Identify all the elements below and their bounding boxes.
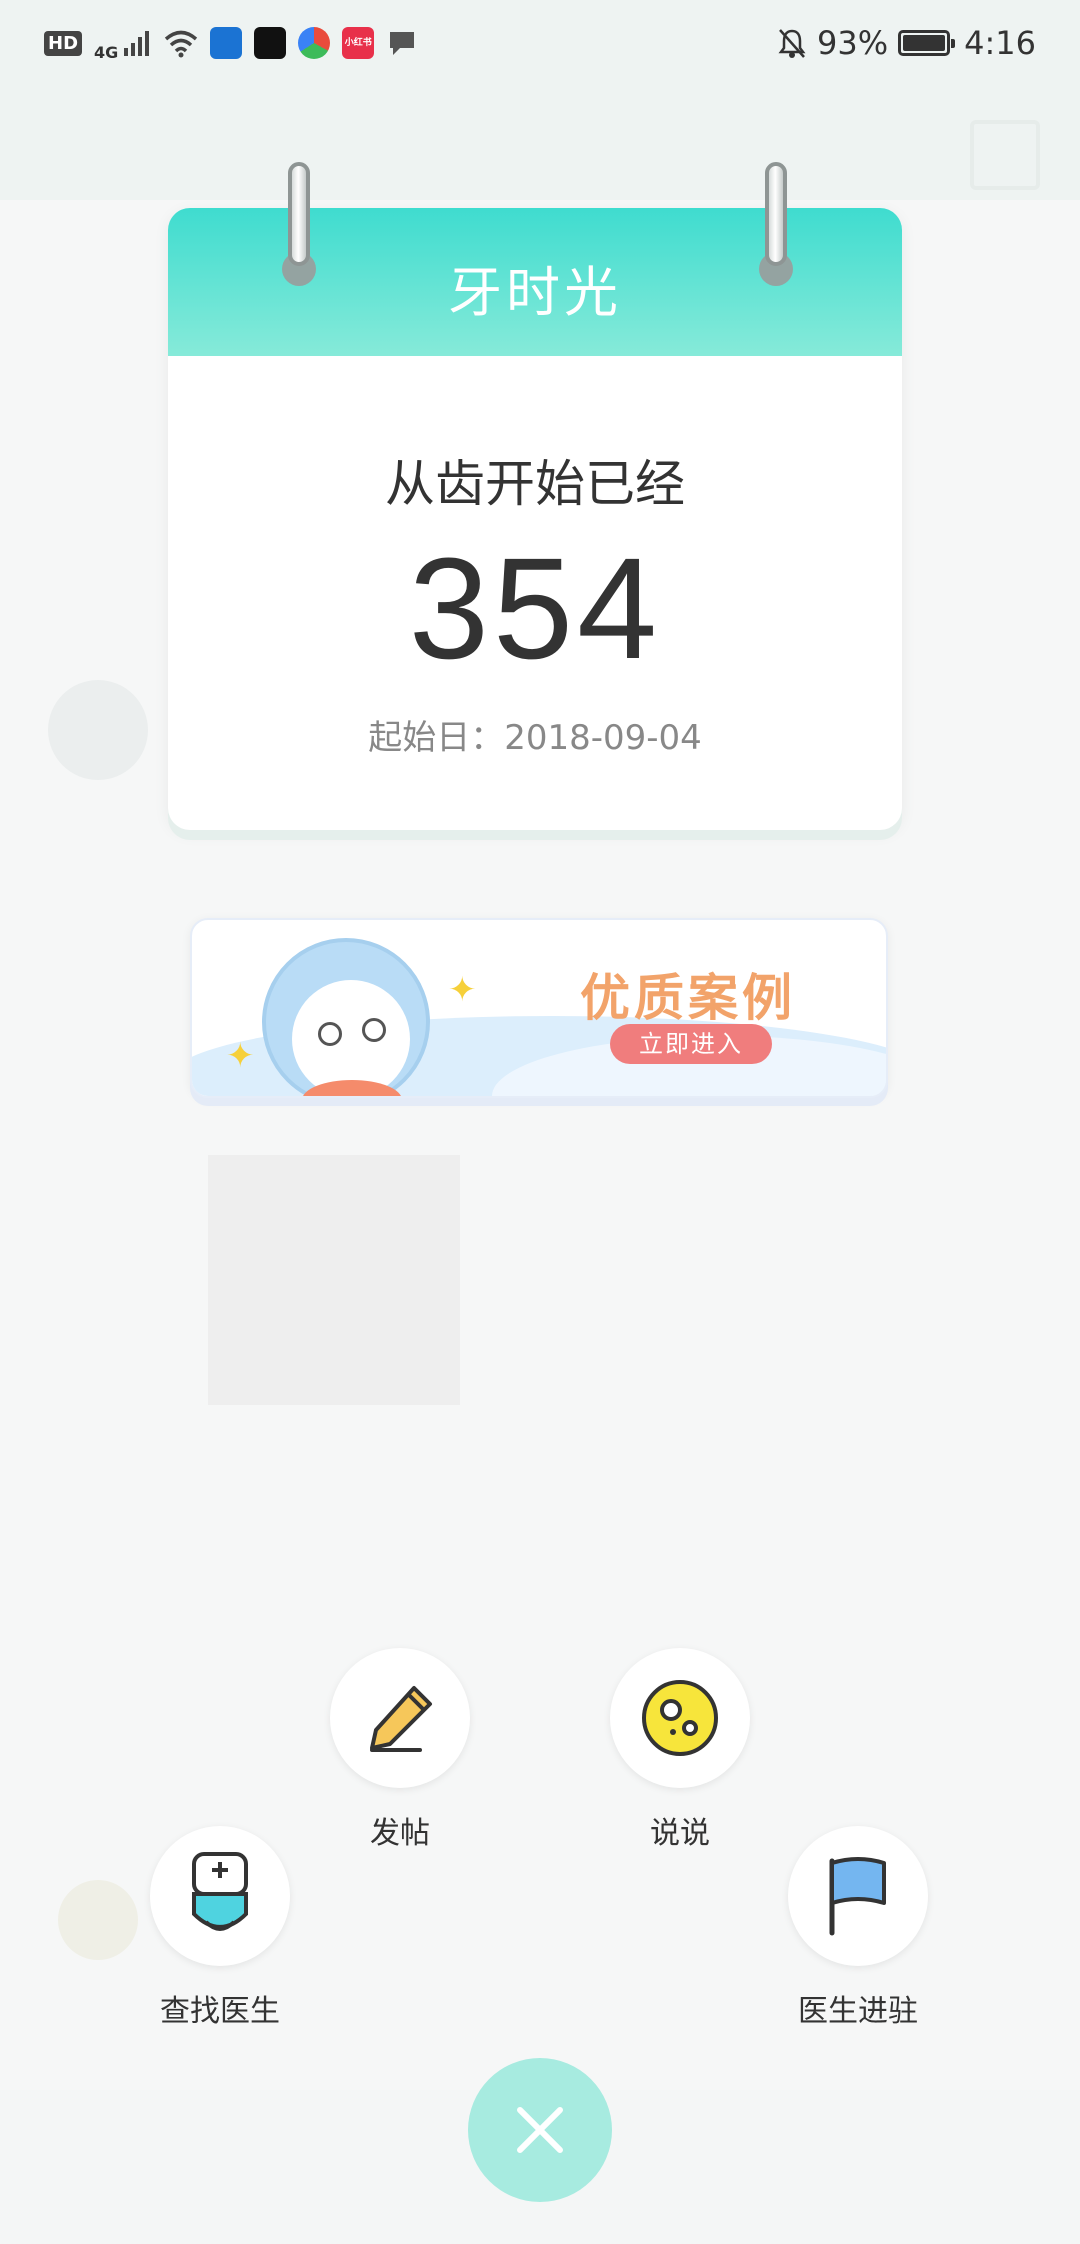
wifi-icon — [165, 30, 198, 58]
calendar-ring-left — [288, 162, 310, 266]
calendar-label: 从齿开始已经 — [385, 455, 685, 513]
calendar-header: 牙时光 — [168, 208, 902, 356]
pencil-icon — [370, 1686, 432, 1752]
banner-title: 优质案例 — [580, 969, 796, 1027]
post-label: 发帖 — [370, 1816, 430, 1851]
day-count: 354 — [408, 528, 662, 689]
calendar-ring-right — [765, 162, 787, 266]
hd-indicator: HD — [44, 30, 83, 56]
quality-cases-banner[interactable]: ✦ ✦ 优质案例 立即进入 — [190, 918, 888, 1098]
close-menu-button[interactable] — [468, 2058, 612, 2202]
shield-app-icon — [210, 27, 243, 59]
bubble-icon — [642, 1680, 718, 1756]
battery-percent: 93% — [817, 24, 889, 62]
clock: 4:16 — [964, 24, 1036, 62]
browser-icon — [298, 27, 331, 59]
doctor-icon — [192, 1852, 248, 1931]
status-right: 93% 4:16 — [777, 24, 1036, 62]
tiktok-icon — [254, 27, 287, 59]
doctor-join-label: 医生进驻 — [798, 1994, 918, 2029]
network-generation: 4G — [94, 42, 119, 62]
talk-button[interactable] — [610, 1648, 750, 1788]
start-date: 起始日：2018-09-04 — [368, 718, 702, 758]
find-doctor-label: 查找医生 — [160, 1994, 280, 2029]
close-icon — [517, 2107, 563, 2153]
tooth-time-calendar-card[interactable]: 牙时光 从齿开始已经 354 起始日：2018-09-04 — [168, 208, 902, 830]
flag-icon — [829, 1857, 886, 1936]
post-button[interactable] — [330, 1648, 470, 1788]
chat-icon — [390, 32, 415, 55]
background-photo — [208, 1155, 460, 1405]
battery-icon — [898, 30, 956, 56]
calendar-title: 牙时光 — [448, 261, 622, 324]
signal-icon — [124, 31, 150, 56]
talk-label: 说说 — [650, 1816, 710, 1851]
status-bar: HD 4G 小红书 93% 4:16 — [0, 0, 1080, 86]
background-avatar — [48, 680, 148, 780]
sparkle-icon: ✦ — [226, 1036, 255, 1076]
background-avatar — [58, 1880, 138, 1960]
status-left: HD 4G 小红书 — [44, 25, 418, 62]
xiaohongshu-icon: 小红书 — [342, 27, 375, 59]
find-doctor-button[interactable] — [150, 1826, 290, 1966]
enter-now-button[interactable]: 立即进入 — [610, 1024, 772, 1064]
mute-bell-icon — [778, 29, 806, 58]
doctor-join-button[interactable] — [788, 1826, 928, 1966]
compose-icon — [970, 120, 1040, 190]
sparkle-icon: ✦ — [448, 970, 477, 1010]
